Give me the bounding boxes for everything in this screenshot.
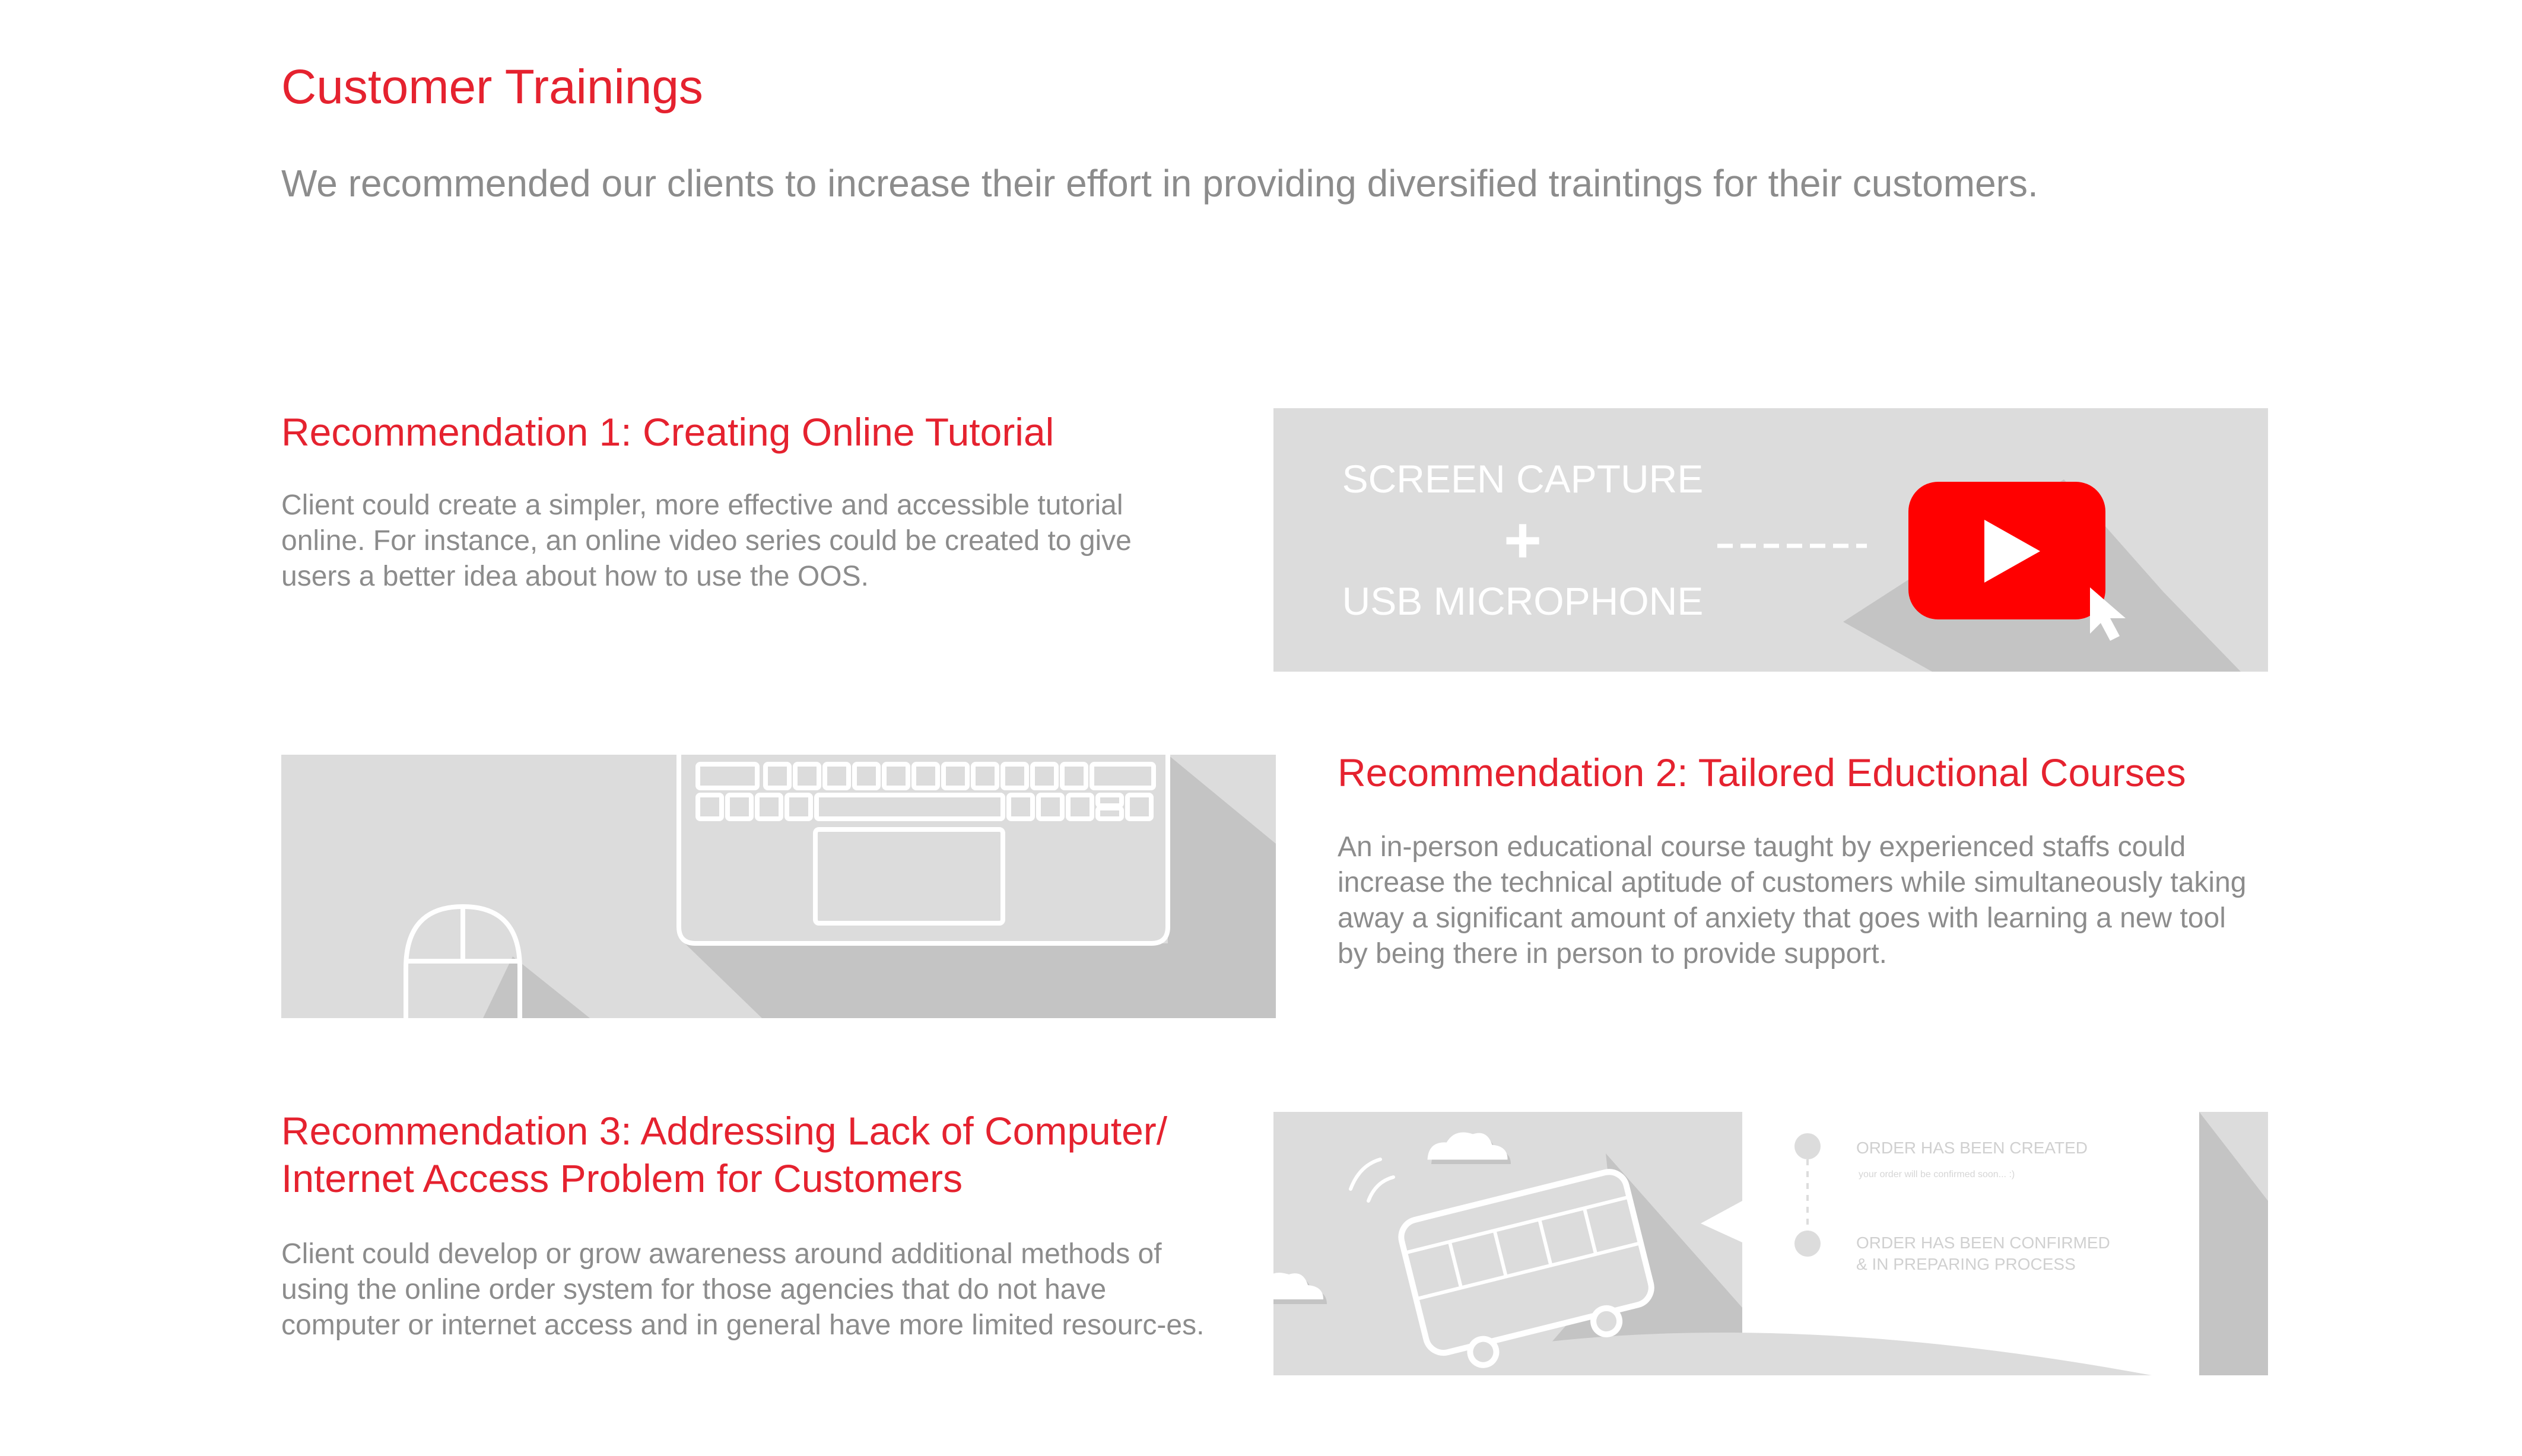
page-subtitle: We recommended our clients to increase t… xyxy=(281,162,2038,205)
screen-capture-label: SCREEN CAPTURE xyxy=(1342,457,1704,501)
usb-microphone-label: USB MICROPHONE xyxy=(1342,579,1704,623)
play-button-icon xyxy=(1908,482,2105,619)
recommendation-1-heading: Recommendation 1: Creating Online Tutori… xyxy=(281,410,1054,454)
recommendation-3-heading-line1: Recommendation 3: Addressing Lack of Com… xyxy=(281,1109,1168,1153)
status-order-created: ORDER HAS BEEN CREATED xyxy=(1856,1139,2088,1157)
online-tutorial-illustration: SCREEN CAPTURE + USB MICROPHONE xyxy=(1273,408,2268,672)
status-order-confirmed-line1: ORDER HAS BEEN CONFIRMED xyxy=(1856,1234,2110,1252)
recommendation-3-body: Client could develop or grow awareness a… xyxy=(281,1238,1205,1341)
recommendation-1-body: Client could create a simpler, more effe… xyxy=(281,489,1132,592)
recommendation-3-heading: Recommendation 3: Addressing Lack of Com… xyxy=(281,1107,1167,1202)
laptop-keyboard-icon xyxy=(676,755,1170,946)
status-order-created-sub: your order will be confirmed soon... :) xyxy=(1859,1169,2015,1180)
educational-course-illustration xyxy=(281,755,1276,1018)
recommendation-2-heading: Recommendation 2: Tailored Eductional Co… xyxy=(1338,751,2186,794)
mouse-shadow xyxy=(483,956,590,1018)
recommendation-2-body: An in-person educational course taught b… xyxy=(1338,831,2247,969)
timeline-dot-icon xyxy=(1794,1133,1821,1159)
status-order-confirmed-line2: & IN PREPARING PROCESS xyxy=(1856,1255,2076,1273)
page-title: Customer Trainings xyxy=(281,60,703,114)
timeline-dot-icon xyxy=(1794,1231,1821,1257)
plus-sign: + xyxy=(1504,504,1542,577)
delivery-illustration: ORDER HAS BEEN CREATED your order will b… xyxy=(1273,1112,2268,1375)
recommendation-3-heading-line2: Internet Access Problem for Customers xyxy=(281,1156,963,1200)
